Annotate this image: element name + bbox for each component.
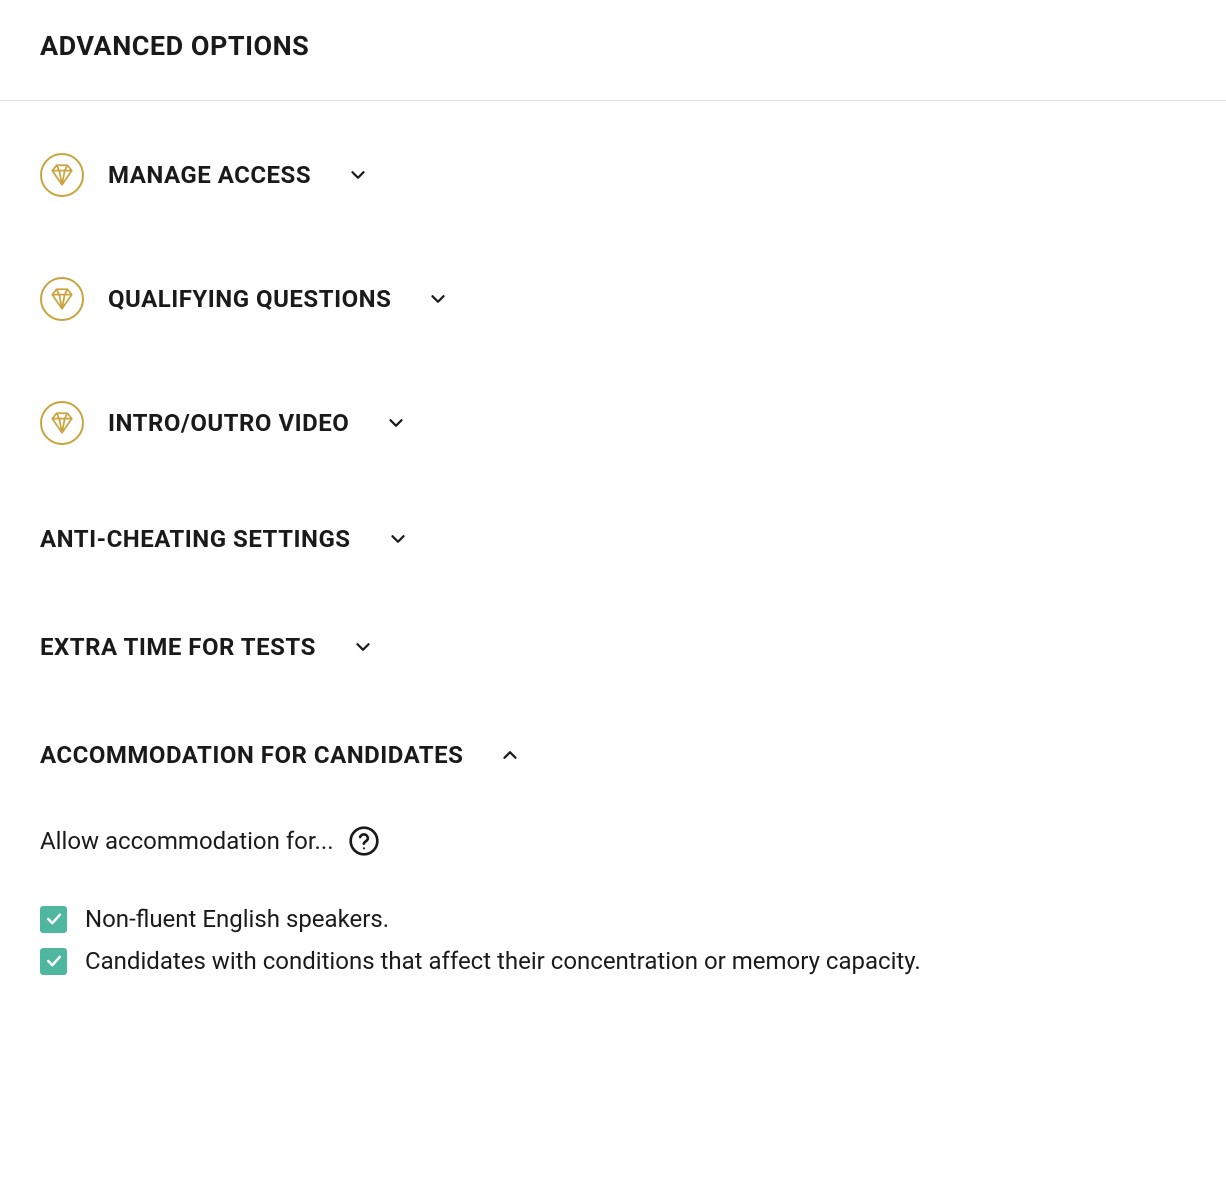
section-manage-access[interactable]: MANAGE ACCESS [40,101,1186,225]
chevron-down-icon [427,288,449,310]
section-title: EXTRA TIME FOR TESTS [40,633,316,661]
section-title: INTRO/OUTRO VIDEO [108,409,349,437]
checkbox-conditions[interactable] [40,948,67,975]
chevron-up-icon [499,744,521,766]
checkbox-row-non-fluent: Non-fluent English speakers. [40,905,1186,933]
checkbox-label: Non-fluent English speakers. [85,905,389,933]
chevron-down-icon [352,636,374,658]
checkbox-row-conditions: Candidates with conditions that affect t… [40,947,1186,975]
chevron-down-icon [387,528,409,550]
section-title: ANTI-CHEATING SETTINGS [40,525,351,553]
chevron-down-icon [347,164,369,186]
section-title: MANAGE ACCESS [108,161,311,189]
checkbox-non-fluent[interactable] [40,906,67,933]
allow-row: Allow accommodation for... [40,825,1186,857]
page-title: ADVANCED OPTIONS [0,0,1226,101]
section-title: ACCOMMODATION FOR CANDIDATES [40,741,463,769]
section-qualifying-questions[interactable]: QUALIFYING QUESTIONS [40,225,1186,349]
diamond-icon [40,401,84,445]
chevron-down-icon [385,412,407,434]
section-accommodation[interactable]: ACCOMMODATION FOR CANDIDATES [40,689,1186,797]
allow-label: Allow accommodation for... [40,827,334,855]
diamond-icon [40,153,84,197]
section-intro-outro-video[interactable]: INTRO/OUTRO VIDEO [40,349,1186,473]
section-extra-time[interactable]: EXTRA TIME FOR TESTS [40,581,1186,689]
section-title: QUALIFYING QUESTIONS [108,285,391,313]
help-icon[interactable] [348,825,380,857]
checkbox-label: Candidates with conditions that affect t… [85,947,921,975]
section-anti-cheating[interactable]: ANTI-CHEATING SETTINGS [40,473,1186,581]
sections-container: MANAGE ACCESS QUALIFYING QUESTIONS [0,101,1226,1029]
accommodation-content: Allow accommodation for... Non-fluent En… [40,797,1186,1029]
diamond-icon [40,277,84,321]
